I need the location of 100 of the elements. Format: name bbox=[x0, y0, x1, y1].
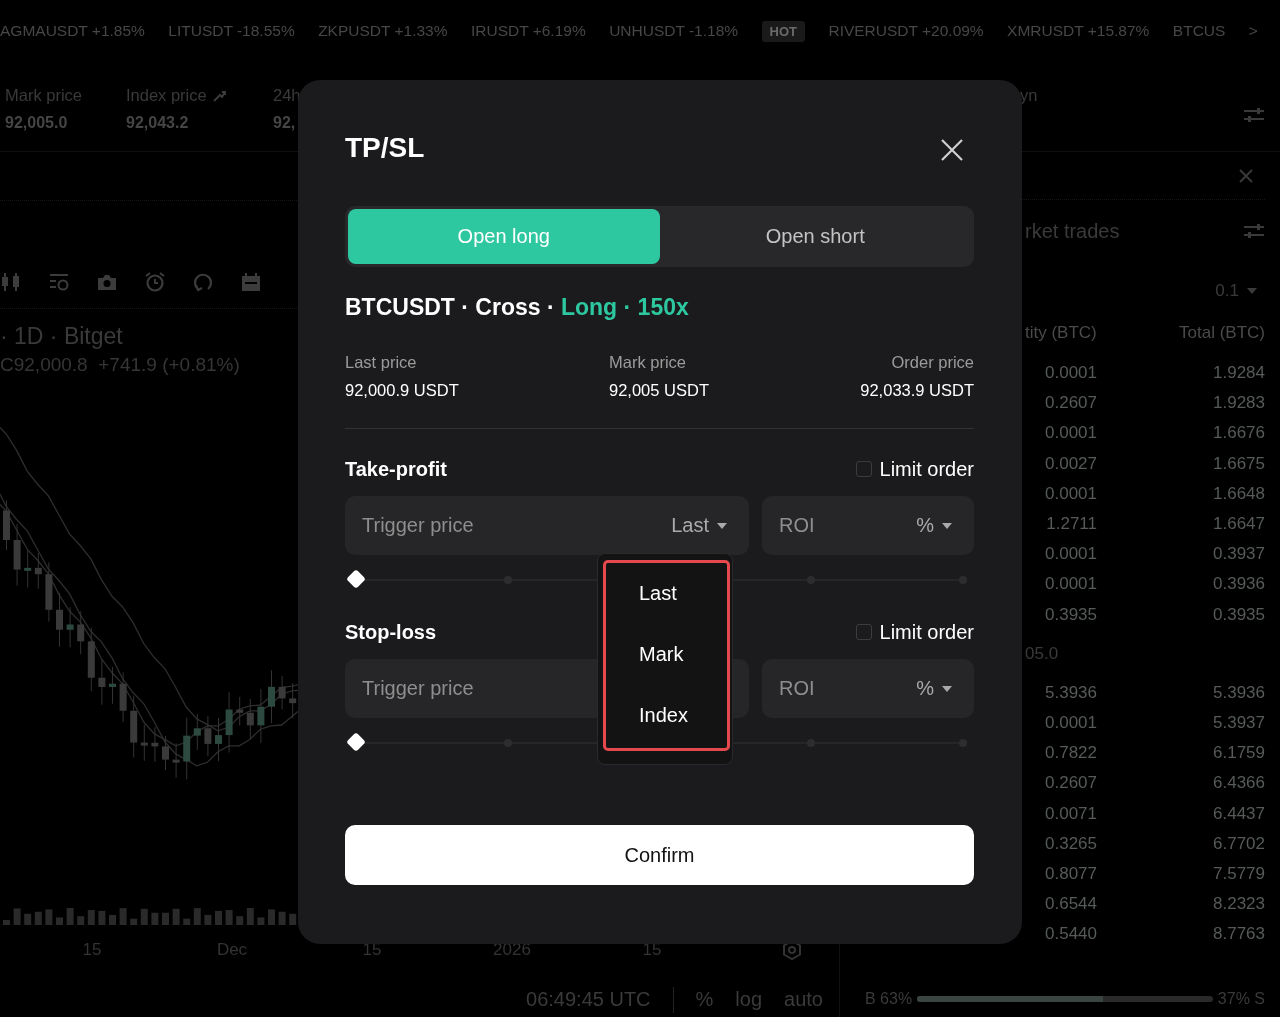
side-tab[interactable]: Open short bbox=[659, 209, 971, 264]
volume-bar bbox=[289, 913, 297, 925]
quantity-cell: 0.2607 bbox=[1045, 773, 1097, 794]
total-cell: 6.4437 bbox=[1213, 803, 1265, 824]
ticker-item[interactable]: XMRUSDT +15.87% bbox=[1007, 22, 1150, 40]
caret-icon[interactable] bbox=[942, 522, 952, 529]
indicator-icon[interactable] bbox=[48, 271, 70, 293]
precision-dropdown[interactable]: 0.1 bbox=[1215, 281, 1239, 301]
total-cell: 1.6648 bbox=[1213, 483, 1265, 504]
hot-badge: HOT bbox=[761, 20, 805, 42]
candle bbox=[257, 688, 265, 744]
total-cell: 1.9283 bbox=[1213, 393, 1265, 414]
panel-title[interactable]: rket trades bbox=[1025, 219, 1120, 243]
total-cell: 0.3936 bbox=[1213, 574, 1265, 595]
quantity-cell: 0.0071 bbox=[1045, 803, 1097, 824]
ticker-item[interactable]: UNHUSDT -1.18% bbox=[609, 22, 739, 40]
side-tab[interactable]: Open long bbox=[348, 209, 660, 264]
ticker-item[interactable]: LITUSDT -18.55% bbox=[168, 22, 295, 40]
close-button[interactable] bbox=[940, 138, 964, 162]
scale-toggle[interactable]: auto bbox=[784, 988, 823, 1011]
quantity-cell: 5.3936 bbox=[1045, 682, 1097, 703]
scale-toggle[interactable]: log bbox=[735, 988, 763, 1011]
calendar-icon[interactable] bbox=[240, 271, 262, 293]
candle bbox=[246, 698, 254, 740]
quantity-cell: 0.6544 bbox=[1045, 894, 1097, 915]
candle bbox=[119, 671, 127, 723]
total-cell: 1.6647 bbox=[1213, 514, 1265, 535]
volume-bar bbox=[204, 914, 212, 925]
total-cell: 1.6676 bbox=[1213, 423, 1265, 444]
sell-ratio-label: 37% S bbox=[1217, 989, 1265, 1008]
buy-ratio-label: B 63% bbox=[865, 989, 913, 1008]
candle bbox=[24, 549, 32, 589]
position-summary: BTCUSDT · Cross · Long · 150x bbox=[345, 293, 690, 322]
volume-bar bbox=[246, 908, 254, 925]
quantity-cell: 0.7822 bbox=[1045, 743, 1097, 764]
menu-option[interactable]: Last bbox=[639, 582, 727, 605]
total-cell: 5.3936 bbox=[1213, 682, 1265, 703]
unit-select[interactable]: % bbox=[916, 677, 934, 700]
price-type-select[interactable]: Last bbox=[671, 514, 709, 537]
ticker-item[interactable]: IRUSDT +6.19% bbox=[470, 22, 586, 40]
limit-order-checkbox[interactable] bbox=[855, 624, 872, 640]
volume-bar bbox=[162, 912, 169, 925]
ticker-item[interactable]: AGMAUSDT +1.85% bbox=[0, 22, 145, 40]
column-header: Total (BTC) bbox=[1179, 323, 1265, 343]
candle bbox=[215, 717, 222, 762]
candle bbox=[3, 499, 10, 551]
total-cell: 6.7702 bbox=[1213, 833, 1265, 854]
chart-title: · 1D · Bitget bbox=[0, 323, 123, 350]
candles-icon[interactable] bbox=[0, 271, 22, 293]
volume-bar bbox=[119, 908, 127, 925]
unit-select[interactable]: % bbox=[916, 514, 934, 537]
quantity-cell: 0.3935 bbox=[1045, 604, 1097, 625]
total-cell: 1.6675 bbox=[1213, 453, 1265, 474]
stat-label: 24h bbox=[273, 86, 301, 105]
checkbox-label[interactable]: Limit order bbox=[879, 457, 974, 481]
arrow-icon[interactable] bbox=[212, 89, 227, 102]
alarm-clock-icon[interactable] bbox=[144, 271, 166, 293]
quantity-cell: 0.8077 bbox=[1045, 863, 1097, 884]
volume-bar bbox=[109, 914, 116, 925]
stat-value: 92,043.2 bbox=[126, 114, 190, 132]
refresh-icon[interactable] bbox=[192, 271, 214, 293]
candle bbox=[172, 742, 180, 779]
stat-label: Mark price bbox=[5, 86, 82, 105]
candle bbox=[193, 713, 201, 751]
close-icon[interactable] bbox=[1238, 167, 1254, 184]
total-cell: 0.3937 bbox=[1213, 544, 1265, 565]
checkbox-label[interactable]: Limit order bbox=[879, 620, 974, 644]
volume-bar bbox=[215, 910, 222, 925]
confirm-button[interactable]: Confirm bbox=[345, 825, 974, 885]
limit-order-checkbox[interactable] bbox=[855, 461, 872, 477]
price-value: 92,000.9 USDT bbox=[345, 380, 460, 400]
volume-bar bbox=[193, 908, 201, 925]
mid-price: 05.0 bbox=[1025, 643, 1059, 664]
caret-icon[interactable] bbox=[942, 685, 952, 692]
ticker-item[interactable]: BTCUS bbox=[1172, 22, 1226, 40]
scale-toggle[interactable]: % bbox=[695, 988, 714, 1011]
sliders-icon[interactable] bbox=[1243, 222, 1265, 240]
caret-icon[interactable] bbox=[717, 522, 727, 529]
volume-bar bbox=[87, 910, 95, 925]
price-label: Order price bbox=[891, 352, 974, 372]
quantity-cell: 0.0027 bbox=[1045, 453, 1097, 474]
candle bbox=[34, 552, 42, 590]
quantity-cell: 0.2607 bbox=[1045, 393, 1097, 414]
ticker-next-button[interactable]: > bbox=[1248, 22, 1258, 40]
volume-bar bbox=[3, 920, 10, 925]
volume-bar bbox=[278, 911, 286, 925]
total-cell: 0.3935 bbox=[1213, 604, 1265, 625]
quantity-cell: 0.0001 bbox=[1045, 483, 1097, 504]
candle bbox=[87, 627, 95, 692]
quantity-cell: 0.5440 bbox=[1045, 924, 1097, 945]
candle bbox=[45, 561, 53, 623]
ticker-item[interactable]: ZKPUSDT +1.33% bbox=[318, 22, 448, 40]
candle bbox=[151, 726, 159, 763]
dialog-title: TP/SL bbox=[345, 131, 425, 165]
candle bbox=[278, 675, 286, 710]
stat-value: 92, bbox=[273, 114, 297, 132]
ticker-item[interactable]: RIVERUSDT +20.09% bbox=[828, 22, 984, 40]
volume-bar bbox=[151, 912, 159, 925]
sliders-icon[interactable] bbox=[1243, 106, 1265, 124]
section-title: Stop-loss bbox=[345, 620, 437, 644]
